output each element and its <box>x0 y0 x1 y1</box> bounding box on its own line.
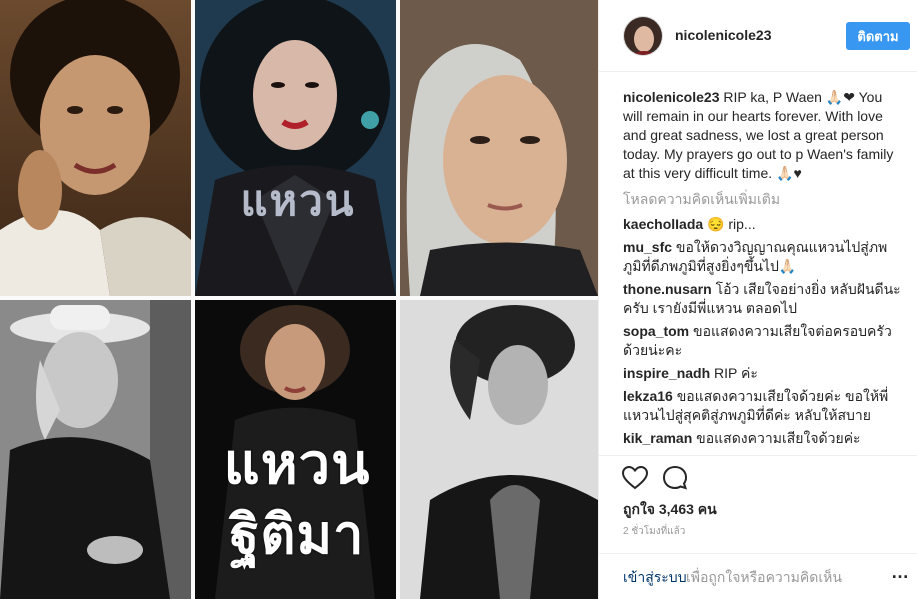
photo-portrait-1 <box>0 0 191 296</box>
login-prompt: เข้าสู่ระบบ เพื่อถูกใจหรือความคิดเห็น … <box>599 553 917 593</box>
photo-bw-portrait <box>400 300 598 599</box>
comment-username[interactable]: thone.nusarn <box>623 281 712 297</box>
comment-item: kik_raman ขอแสดงความเสียใจด้วยค่ะ <box>623 429 903 448</box>
login-link[interactable]: เข้าสู่ระบบ <box>623 567 687 589</box>
comment-item: mu_sfc ขอให้ดวงวิญญาณคุณแหวนไปสู่ภพภูมิท… <box>623 238 903 276</box>
photo-hat-portrait <box>0 300 191 599</box>
comment-text: RIP ค่ะ <box>714 365 758 381</box>
comment-username[interactable]: inspire_nadh <box>623 365 710 381</box>
post-caption: nicolenicole23 RIP ka, P Waen 🙏🏻❤ You wi… <box>623 88 903 183</box>
caption-username[interactable]: nicolenicole23 <box>623 89 719 105</box>
comment-username[interactable]: kaecholIada <box>623 216 703 232</box>
photo-portrait-closeup <box>400 0 598 296</box>
post-timestamp[interactable]: 2 ชั่วโมงที่แล้ว <box>623 524 685 539</box>
comment-item: kaecholIada 😔 rip... <box>623 215 903 234</box>
load-more-comments-link[interactable]: โหลดความคิดเห็นเพิ่มเติม <box>623 190 903 209</box>
follow-button[interactable]: ติดตาม <box>846 22 910 50</box>
comment-icon[interactable] <box>661 464 689 492</box>
poster-name-line2: ฐิติมา <box>229 503 365 566</box>
comment-text: 😔 rip... <box>707 216 756 232</box>
comment-item: sopa_tom ขอแสดงความเสียใจต่อครอบครัวด้วย… <box>623 322 903 360</box>
poster-name-line1: แหวน <box>223 432 371 497</box>
post-actions: ถูกใจ 3,463 คน 2 ชั่วโมงที่แล้ว เข้าสู่ร… <box>599 455 917 595</box>
post-side-panel: nicolenicole23 ติดตาม nicolenicole23 RIP… <box>598 0 917 599</box>
login-prompt-text: เพื่อถูกใจหรือความคิดเห็น <box>686 569 842 585</box>
heart-icon[interactable] <box>621 464 649 492</box>
likes-count[interactable]: ถูกใจ 3,463 คน <box>623 499 717 521</box>
comment-item: lekza16 ขอแสดงความเสียใจด้วยค่ะ ขอให้พี่… <box>623 387 903 425</box>
comment-username[interactable]: kik_raman <box>623 430 692 446</box>
comment-username[interactable]: lekza16 <box>623 388 673 404</box>
comments-list[interactable]: nicolenicole23 RIP ka, P Waen 🙏🏻❤ You wi… <box>623 88 903 454</box>
header-username[interactable]: nicolenicole23 <box>675 27 771 43</box>
post-header: nicolenicole23 ติดตาม <box>599 0 917 72</box>
comment-item: thone.nusarn โอ้ว เสียใจอย่างยิ่ง หลับฝั… <box>623 280 903 318</box>
comment-text: ขอแสดงความเสียใจด้วยค่ะ <box>696 430 861 446</box>
comment-username[interactable]: mu_sfc <box>623 239 672 255</box>
more-options-icon[interactable]: … <box>891 562 910 583</box>
comment-username[interactable]: sopa_tom <box>623 323 689 339</box>
album-title: แหวน <box>240 176 356 225</box>
comment-item: inspire_nadh RIP ค่ะ <box>623 364 903 383</box>
post-image-collage[interactable]: แหวน แหวน ฐิติมา <box>0 0 598 599</box>
photo-name-poster: แหวน ฐิติมา <box>195 300 396 599</box>
photo-album-cover: แหวน <box>195 0 396 296</box>
avatar[interactable] <box>623 16 663 56</box>
